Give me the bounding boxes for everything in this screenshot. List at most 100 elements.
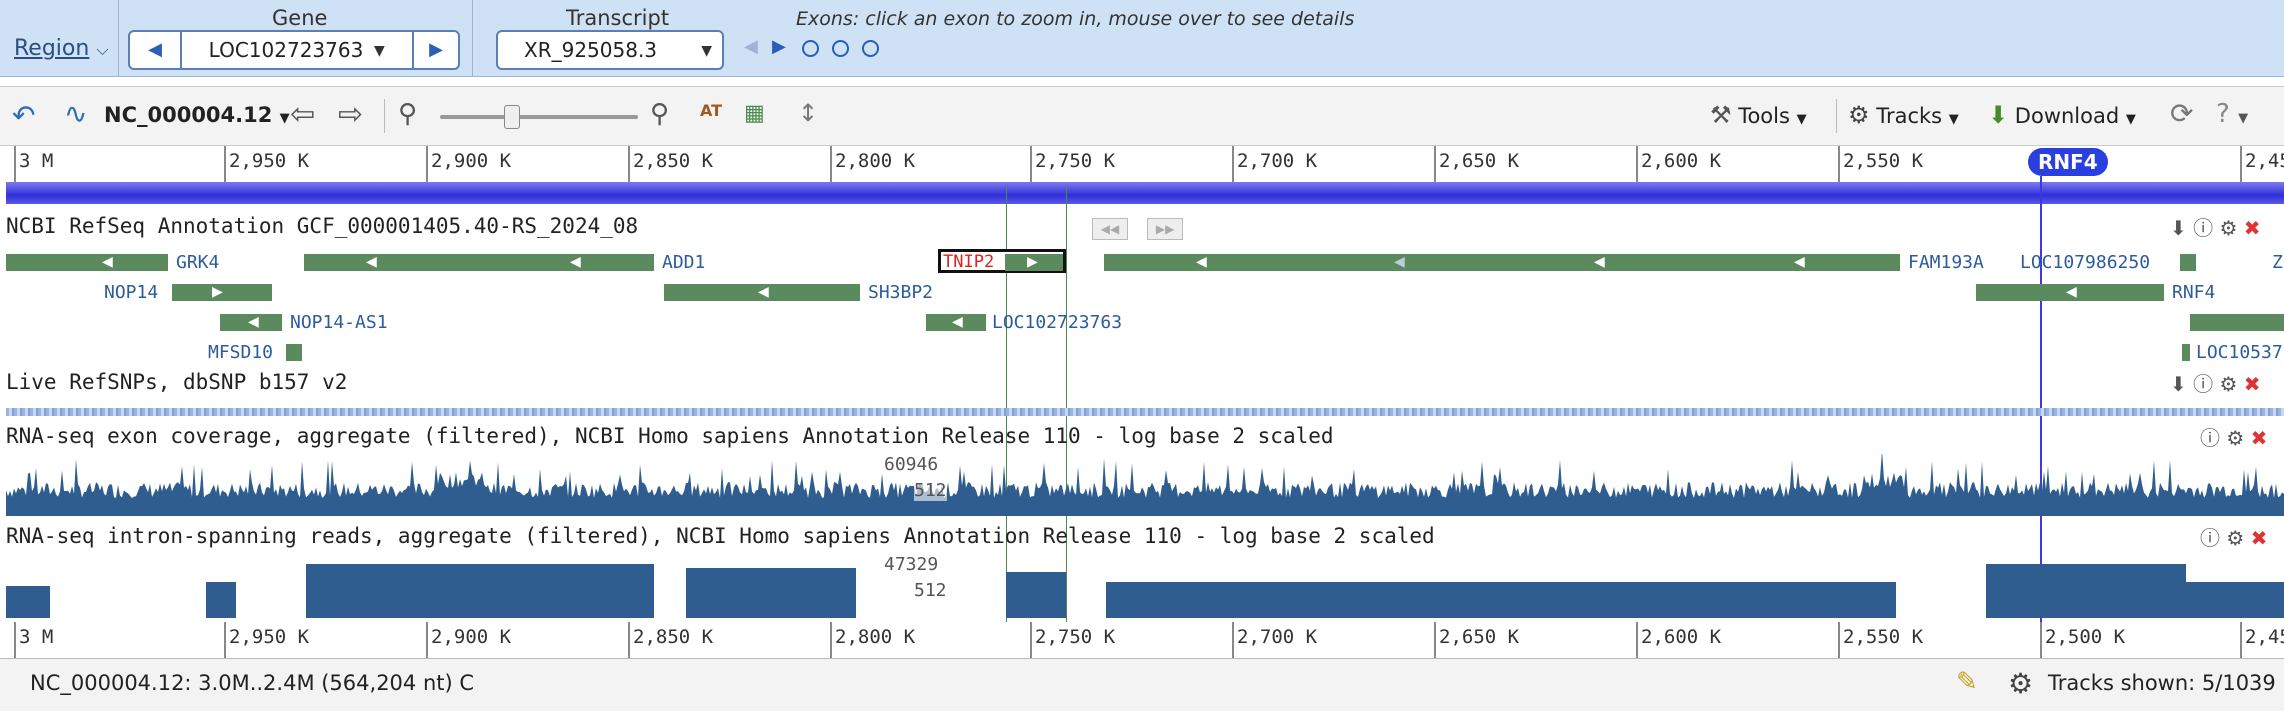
gene-nop14[interactable]: ▶	[172, 284, 272, 301]
gene-loc10537[interactable]	[2182, 344, 2190, 361]
exon-circle-icon[interactable]	[832, 40, 850, 57]
snp-track-icons: ⬇ ⓘ ⚙ ✖	[2170, 368, 2261, 397]
gene-label-grk4[interactable]: GRK4	[176, 252, 219, 273]
exon-coverage-graph[interactable]	[6, 454, 2284, 516]
pan-right-icon[interactable]: ⇨	[338, 97, 363, 132]
download-icon[interactable]: ⬇	[2170, 216, 2187, 240]
intron-block	[1006, 572, 1066, 618]
gene-z[interactable]	[2190, 314, 2284, 331]
marker-label[interactable]: RNF4	[2028, 148, 2108, 176]
gene-label-loc10537[interactable]: LOC10537	[2196, 342, 2283, 363]
gene-grk4[interactable]: ◀	[6, 254, 168, 271]
ruler-tick: 2,850 K	[628, 146, 713, 182]
download-menu[interactable]: ⬇ Download ▼	[1988, 101, 2136, 129]
gene-label-z[interactable]: Z	[2272, 252, 2283, 273]
gear-icon[interactable]: ⚙	[2226, 526, 2244, 550]
snp-density-band[interactable]	[6, 408, 2284, 416]
gene-label-rnf4[interactable]: RNF4	[2172, 282, 2215, 303]
gene-label-nop14-as1[interactable]: NOP14-AS1	[290, 312, 388, 333]
gene-fam193a[interactable]: ◀ ◀ ◀ ◀	[1104, 254, 1900, 271]
tracks-shown[interactable]: Tracks shown: 5/1039	[2048, 671, 2276, 695]
gear-icon[interactable]: ⚙	[2226, 426, 2244, 450]
gene-mfsd10[interactable]	[286, 344, 302, 361]
track-config-icon[interactable]: ▦	[744, 101, 765, 126]
gene-nop14-as1[interactable]: ◀	[220, 314, 282, 331]
region-button[interactable]: Region ⌵	[14, 36, 108, 61]
zoom-out-icon[interactable]: ⚲	[398, 99, 417, 129]
ruler-tick: 2,800 K	[830, 146, 915, 182]
prev-exon-icon[interactable]: ◀	[744, 36, 758, 57]
annotation-track-icons: ⬇ ⓘ ⚙ ✖	[2170, 212, 2261, 241]
exon-circle-icon[interactable]	[802, 40, 819, 57]
info-icon[interactable]: ⓘ	[2193, 372, 2213, 396]
refresh-icon[interactable]: ⟳	[2170, 97, 2193, 130]
gear-icon[interactable]: ⚙	[2219, 372, 2237, 396]
close-icon[interactable]: ✖	[2251, 526, 2268, 550]
exon-circles[interactable]	[802, 40, 880, 61]
close-icon[interactable]: ✖	[2244, 372, 2261, 396]
collapse-icon[interactable]: ↕	[798, 99, 818, 127]
transcript-selector[interactable]: XR_925058.3 ▼	[496, 30, 724, 70]
info-icon[interactable]: ⓘ	[2193, 216, 2213, 240]
ruler-tick: 2,850 K	[628, 622, 713, 658]
next-gene-button[interactable]: ▶	[412, 32, 458, 68]
zoom-slider-handle[interactable]	[504, 105, 520, 129]
gear-icon[interactable]: ⚙	[2219, 216, 2237, 240]
help-icon[interactable]: ? ▼	[2216, 99, 2248, 129]
sequence-name: NC_000004.12	[104, 103, 273, 127]
edit-icon[interactable]: ✎	[1956, 667, 1978, 697]
gene-sh3bp2[interactable]: ◀	[664, 284, 860, 301]
region-label: Region	[14, 36, 90, 61]
sequence-selector[interactable]: NC_000004.12 ▼	[104, 103, 290, 127]
pan-left-icon[interactable]: ⇦	[290, 97, 315, 132]
gene-label-loc102723763[interactable]: LOC102723763	[992, 312, 1122, 333]
gene-loc107986250[interactable]	[2180, 254, 2196, 271]
gene-label-nop14[interactable]: NOP14	[104, 282, 158, 303]
viewer-toolbar: ↶ ∿ NC_000004.12 ▼ ⇦ ⇨ ⚲ ⚲ AT ▦ ↕ ⚒ Tool…	[0, 86, 2284, 146]
undo-icon[interactable]: ↶	[12, 99, 35, 132]
gene-label-loc107986250[interactable]: LOC107986250	[2020, 252, 2150, 273]
download-icon: ⬇	[1988, 101, 2009, 129]
sequence-icon: ∿	[64, 97, 88, 130]
gene-rnf4[interactable]: ◀	[1976, 284, 2164, 301]
ruler-tick: 2,800 K	[830, 622, 915, 658]
gear-icon: ⚙	[1848, 101, 1870, 129]
info-icon[interactable]: ⓘ	[2200, 426, 2220, 450]
annotation-track-title: NCBI RefSeq Annotation GCF_000001405.40-…	[6, 214, 639, 238]
tracks-label: Tracks	[1876, 104, 1943, 128]
gene-label-tnip2: TNIP2	[943, 252, 995, 272]
tools-menu[interactable]: ⚒ Tools ▼	[1710, 101, 1807, 129]
gene-tnip2[interactable]: ▶ TNIP2	[938, 249, 1066, 273]
zoom-slider[interactable]	[440, 105, 638, 129]
next-exon-icon[interactable]: ▶	[772, 36, 786, 57]
intron-reads-graph[interactable]	[6, 556, 2284, 618]
gene-loc102723763[interactable]: ◀	[926, 314, 986, 331]
exon-circle-icon[interactable]	[862, 40, 880, 57]
gene-value[interactable]: LOC102723763	[186, 32, 386, 68]
info-icon[interactable]: ⓘ	[2200, 526, 2220, 550]
track-next-icon[interactable]: ▶▶	[1147, 218, 1184, 240]
chevron-down-icon: ▼	[701, 43, 712, 59]
top-header: Region ⌵ Gene ◀ LOC102723763 ▼ ▶ Transcr…	[0, 0, 2284, 77]
chevron-down-icon[interactable]: ▼	[374, 32, 385, 68]
sequence-view-icon[interactable]: AT	[700, 101, 722, 120]
gene-label-fam193a[interactable]: FAM193A	[1908, 252, 1984, 273]
tracks-menu[interactable]: ⚙ Tracks ▼	[1848, 101, 1959, 129]
gear-icon[interactable]: ⚙	[2008, 667, 2033, 700]
track-prev-icon[interactable]: ◀◀	[1092, 218, 1128, 240]
overview-band[interactable]	[6, 182, 2284, 204]
close-icon[interactable]: ✖	[2251, 426, 2268, 450]
gene-label-mfsd10[interactable]: MFSD10	[208, 342, 273, 363]
gene-add1[interactable]: ◀ ◀	[304, 254, 654, 271]
gene-label-add1[interactable]: ADD1	[662, 252, 705, 273]
ruler-tick: 2,600 K	[1636, 146, 1721, 182]
prev-gene-button[interactable]: ◀	[130, 32, 182, 68]
ruler-tick: 2,950 K	[224, 146, 309, 182]
transcript-value: XR_925058.3	[524, 38, 658, 62]
download-icon[interactable]: ⬇	[2170, 372, 2187, 396]
gene-label-sh3bp2[interactable]: SH3BP2	[868, 282, 933, 303]
intron-block	[6, 586, 50, 618]
zoom-in-icon[interactable]: ⚲	[650, 99, 669, 129]
close-icon[interactable]: ✖	[2244, 216, 2261, 240]
ruler-tick: 2,45	[2240, 622, 2284, 658]
